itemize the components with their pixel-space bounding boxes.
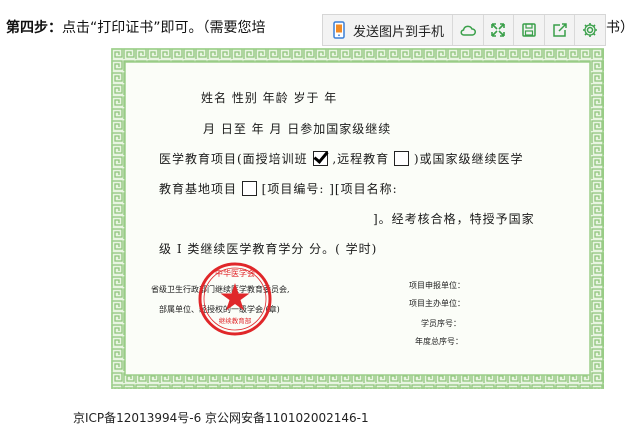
svg-text:中华医学会: 中华医学会 xyxy=(215,268,255,278)
base-checkbox xyxy=(241,181,257,196)
cert-label-applicant-unit: 项目申报单位： xyxy=(409,281,465,290)
send-to-phone-label: 发送图片到手机 xyxy=(353,24,445,40)
share-icon xyxy=(552,23,567,37)
cert-line-award: ]。经考核合格，特授予国家 xyxy=(373,212,535,226)
cert-text-project-number: [项目编号: ][项目名称: xyxy=(261,182,398,196)
remote-checkbox xyxy=(394,151,409,166)
step-text: 点击“打印证书”即可。（需要您培 xyxy=(62,20,266,36)
cloud-icon xyxy=(460,25,476,36)
footer-icp: 京ICP备12013994号-6 京公网安备110102002146-1 xyxy=(73,411,369,425)
cert-text-national: )或国家级继续医学 xyxy=(413,152,524,166)
save-icon xyxy=(522,23,536,37)
phone-icon xyxy=(333,21,345,39)
fullscreen-button[interactable] xyxy=(484,15,515,45)
svg-text:继续教育部: 继续教育部 xyxy=(219,316,252,325)
cert-label-year-number: 年度总序号： xyxy=(415,337,463,346)
cert-text-base: 教育基地项目 xyxy=(159,182,238,196)
cert-line-program: 医学教育项目(面授培训班 ,远程教育 )或国家级继续医学 xyxy=(159,150,524,167)
instruction-line: 第四步：点击“打印证书”即可。（需要您培 书） xyxy=(6,18,634,38)
red-seal-stamp: 中华医学会 继续教育部 xyxy=(198,262,272,336)
step-text-tail: 书） xyxy=(606,20,634,36)
cert-line-credits: 级 I 类继续医学教育学分 分。( 学时) xyxy=(159,242,378,256)
cert-label-student-number: 学员序号： xyxy=(421,319,461,328)
cert-line-dates: 月 日至 年 月 日参加国家级继续 xyxy=(203,122,392,136)
settings-icon xyxy=(583,23,598,37)
cert-line-name: 姓名 性别 年龄 岁于 年 xyxy=(201,91,338,105)
certificate-image: 姓名 性别 年龄 岁于 年 月 日至 年 月 日参加国家级继续 医学教育项目(面… xyxy=(111,48,604,389)
cert-line-base: 教育基地项目 [项目编号: ][项目名称: xyxy=(159,180,398,197)
face-to-face-checkbox xyxy=(312,151,328,166)
cert-label-host-unit: 项目主办单位： xyxy=(409,299,465,308)
settings-button[interactable] xyxy=(575,15,605,45)
step-label: 第四步： xyxy=(6,20,62,36)
image-toolbar: 发送图片到手机 xyxy=(322,14,606,46)
cert-text-remote: ,远程教育 xyxy=(332,152,390,166)
fullscreen-icon xyxy=(491,23,506,37)
share-button[interactable] xyxy=(545,15,576,45)
send-to-phone-button[interactable]: 发送图片到手机 xyxy=(323,15,454,45)
save-button[interactable] xyxy=(514,15,545,45)
cert-text-face-to-face: 医学教育项目(面授培训班 xyxy=(159,152,308,166)
cloud-button[interactable] xyxy=(453,15,484,45)
